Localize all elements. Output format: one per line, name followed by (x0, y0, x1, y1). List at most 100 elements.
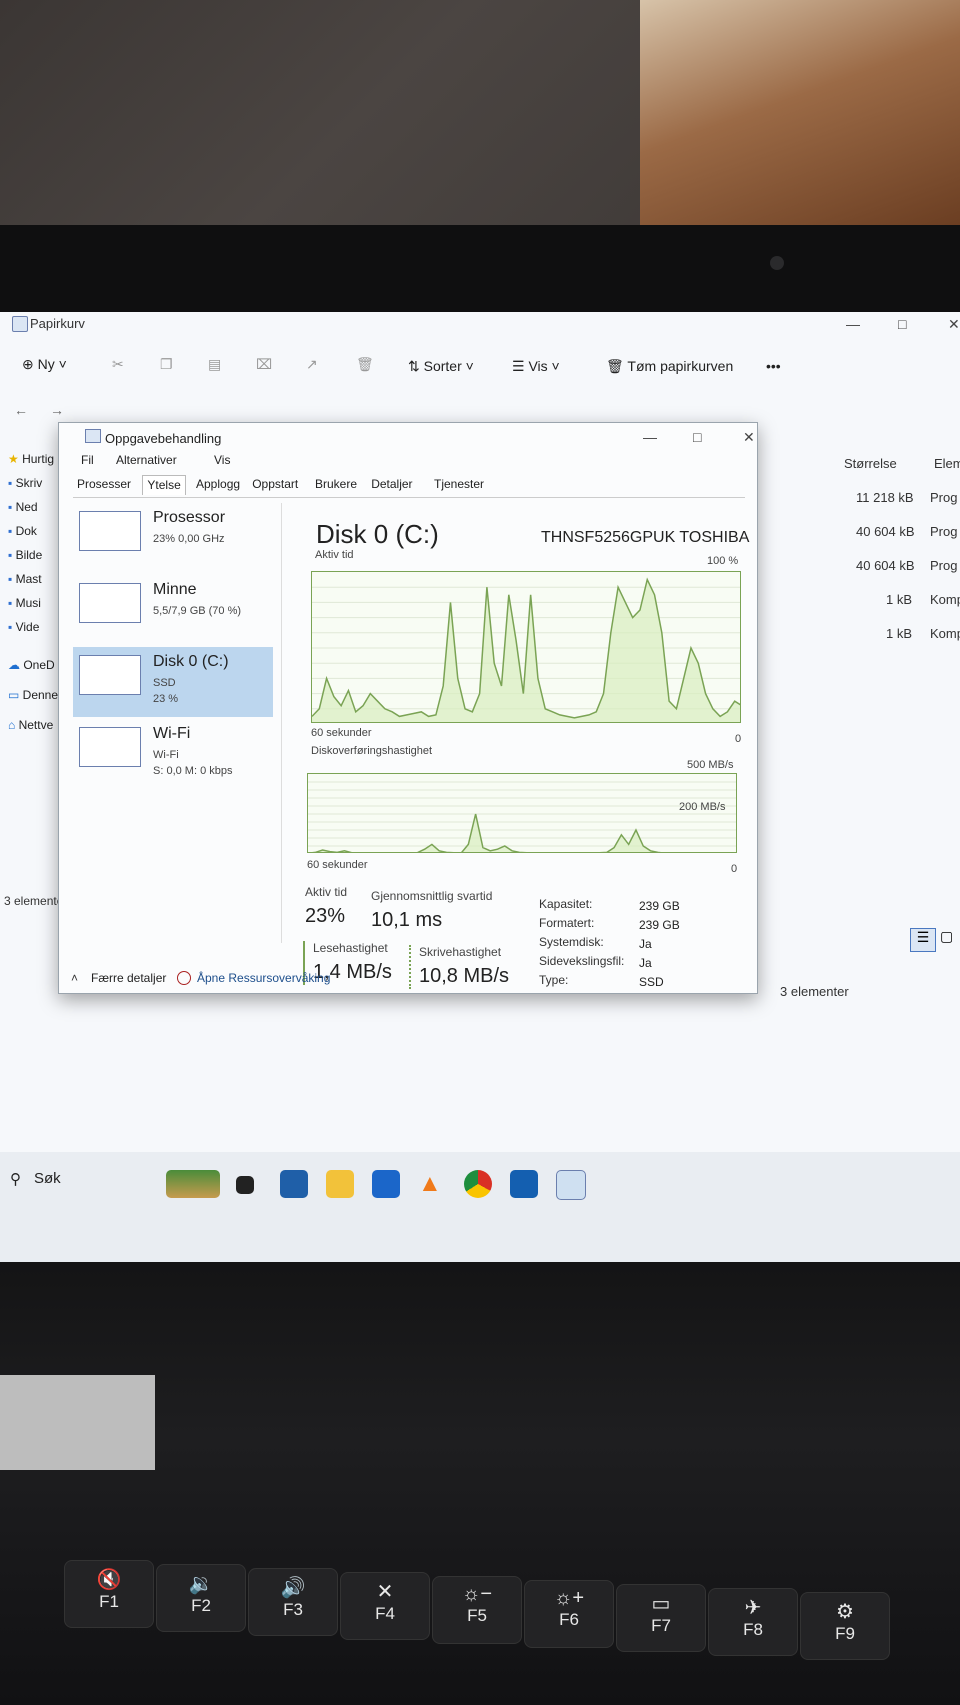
view-button[interactable]: ☰ Vis ˅ (512, 358, 560, 376)
nav-item[interactable]: ▪ Ned (8, 500, 38, 514)
new-button[interactable]: ⊕ Ny ˅ (22, 356, 67, 374)
key-f1[interactable]: 🔇 F1 (64, 1560, 154, 1628)
cut-icon[interactable]: ✂ (112, 356, 124, 373)
laptop-screen: Papirkurv — □ ✕ ⊕ Ny ˅ ✂ ❐ ▤ ⌧ ↗ 🗑 ⇅ Sor… (0, 312, 960, 1262)
nav-item[interactable]: ▪ Skriv (8, 476, 42, 490)
key-f3[interactable]: 🔊 F3 (248, 1568, 338, 1636)
key-glyph-icon: ✕ (376, 1581, 394, 1603)
tab-brukere[interactable]: Brukere (311, 475, 361, 495)
nav-item[interactable]: ▪ Mast (8, 572, 42, 586)
stat-write-value: 10,8 MB/s (419, 965, 510, 987)
taskbar: ⚲ Søk (0, 1152, 960, 1262)
nav-onedrive[interactable]: ☁ OneD (8, 658, 55, 672)
more-options-button[interactable]: ••• (766, 358, 781, 374)
resource-item[interactable]: Wi-Fi Wi-Fi S: 0,0 M: 0 kbps (73, 719, 273, 789)
tab-detaljer[interactable]: Detaljer (367, 475, 416, 495)
tiles-view-icon[interactable]: ▢ (940, 928, 958, 950)
tab-oppstart[interactable]: Oppstart (248, 475, 302, 495)
nav-item[interactable]: ▪ Dok (8, 524, 37, 538)
resource-item[interactable]: Disk 0 (C:) SSD 23 % (73, 647, 273, 717)
nav-item-label: Skriv (15, 476, 43, 490)
resource-item[interactable]: Minne 5,5/7,9 GB (70 %) (73, 575, 273, 645)
chrome-icon[interactable] (464, 1170, 492, 1198)
nav-item-label: Ned (15, 500, 38, 514)
key-f4[interactable]: ✕ F4 (340, 1572, 430, 1640)
key-f6[interactable]: ☼+ F6 (524, 1580, 614, 1648)
taskbar-search[interactable]: Søk (34, 1170, 61, 1187)
resource-item[interactable]: Prosessor 23% 0,00 GHz (73, 503, 273, 573)
explorer-maximize-button[interactable]: □ (898, 316, 906, 332)
explorer-minimize-button[interactable]: — (846, 316, 860, 332)
app-icon[interactable] (280, 1170, 308, 1198)
sort-button[interactable]: ⇅ Sorter ˅ (408, 358, 474, 376)
nav-network[interactable]: ⌂ Nettve (8, 718, 53, 732)
key-glyph-icon: 🔇 (96, 1569, 122, 1591)
nav-quick-access[interactable]: ★ Hurtig (8, 452, 54, 466)
fewer-details-link[interactable]: Færre detaljer (91, 971, 166, 985)
tab-tjenester[interactable]: Tjenester (430, 475, 488, 495)
column-header-size[interactable]: Størrelse (844, 456, 897, 471)
resource-detail-2: 23 % (153, 693, 179, 705)
nav-item[interactable]: ▪ Musi (8, 596, 41, 610)
row-type: Komp (930, 592, 960, 607)
nav-this-pc[interactable]: ▭ Denne (8, 688, 58, 702)
resource-detail: Wi-Fi (153, 749, 179, 761)
menu-item[interactable]: Fil (81, 453, 94, 467)
explorer-close-button[interactable]: ✕ (948, 316, 960, 333)
resource-name: Minne (153, 581, 197, 598)
media-player-icon[interactable] (510, 1170, 538, 1198)
laptop-bezel (0, 225, 960, 315)
chevron-up-icon[interactable]: ˄ (71, 971, 78, 985)
resource-name: Wi-Fi (153, 725, 191, 742)
key-label: F7 (651, 1616, 671, 1635)
stat-avg-response-label: Gjennomsnittlig svartid (371, 889, 493, 903)
tab-prosesser[interactable]: Prosesser (73, 475, 135, 495)
forward-arrow-icon[interactable]: → (50, 402, 64, 418)
column-header-type[interactable]: Elem (934, 456, 960, 471)
delete-icon[interactable]: 🗑 (356, 356, 374, 373)
details-view-icon[interactable]: ☰ (910, 928, 936, 952)
key-glyph-icon: ✈ (744, 1597, 762, 1619)
resource-detail-2: S: 0,0 M: 0 kbps (153, 765, 233, 777)
key-f7[interactable]: ▭ F7 (616, 1584, 706, 1652)
menu-item[interactable]: Vis (214, 453, 230, 467)
menu-item[interactable]: Alternativer (116, 453, 177, 467)
task-view-icon[interactable] (236, 1176, 254, 1194)
empty-recycle-bin-button[interactable]: 🗑 Tøm papirkurven (606, 358, 733, 376)
file-explorer-icon[interactable] (326, 1170, 354, 1198)
tm-maximize-button[interactable]: □ (693, 429, 701, 445)
nav-item-label: Mast (15, 572, 42, 586)
store-icon[interactable] (372, 1170, 400, 1198)
key-label: F3 (283, 1600, 303, 1619)
rename-icon[interactable]: ⌧ (256, 356, 272, 373)
key-f2[interactable]: 🔉 F2 (156, 1564, 246, 1632)
copy-icon[interactable]: ❐ (160, 356, 173, 373)
nav-item[interactable]: ▪ Vide (8, 620, 39, 634)
task-manager-window: Oppgavebehandling — □ ✕ Fil Alternativer V… (58, 422, 758, 994)
property-value: 239 GB (639, 899, 680, 913)
key-f8[interactable]: ✈ F8 (708, 1588, 798, 1656)
stat-avg-response-value: 10,1 ms (371, 909, 443, 931)
tm-close-button[interactable]: ✕ (743, 429, 755, 446)
paste-icon[interactable]: ▤ (208, 356, 221, 373)
back-arrow-icon[interactable]: ← (14, 402, 28, 418)
empty-bin-label: Tøm papirkurven (627, 358, 734, 374)
chevron-down-icon: ˅ (461, 358, 474, 374)
key-f5[interactable]: ☼− F5 (432, 1576, 522, 1644)
tab-applogg[interactable]: Applogg (192, 475, 244, 495)
key-f9[interactable]: ⚙ F9 (800, 1592, 890, 1660)
disk-model: THNSF5256GPUK TOSHIBA (541, 529, 750, 546)
tab-ytelse[interactable]: Ytelse (142, 475, 186, 495)
search-icon[interactable]: ⚲ (10, 1170, 21, 1188)
share-icon[interactable]: ↗ (306, 356, 318, 373)
vlc-icon[interactable]: ▲ (418, 1170, 446, 1198)
widgets-icon[interactable] (166, 1170, 220, 1198)
open-resource-monitor-link[interactable]: Åpne Ressursovervåking (197, 971, 330, 985)
folder-icon: ▪ (8, 572, 16, 586)
task-manager-taskbar-icon[interactable] (556, 1170, 586, 1200)
property-value: 239 GB (639, 918, 680, 932)
key-glyph-icon: 🔊 (280, 1577, 306, 1599)
nav-item[interactable]: ▪ Bilde (8, 548, 42, 562)
nav-label: Nettve (18, 718, 54, 732)
tm-minimize-button[interactable]: — (643, 429, 657, 445)
